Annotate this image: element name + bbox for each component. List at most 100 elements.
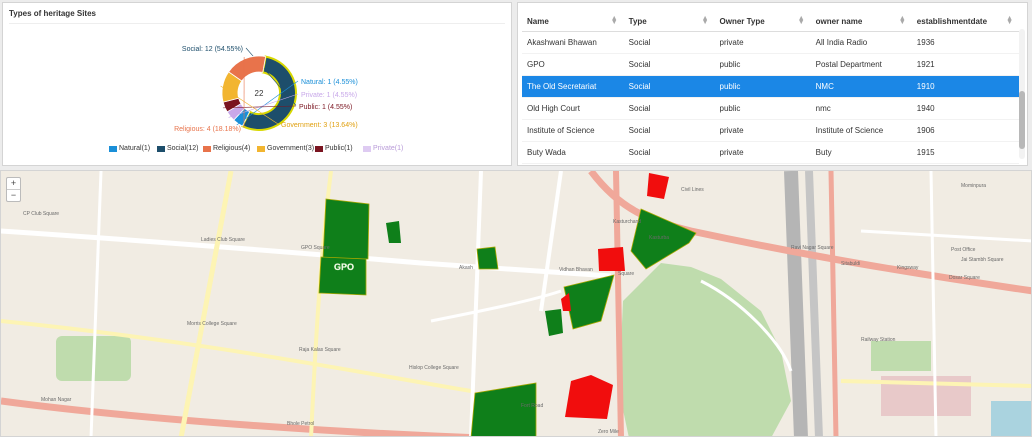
slice-label-natural: Natural: 1 (4.55%)	[301, 79, 358, 86]
zoom-out-button[interactable]: −	[7, 190, 20, 201]
map-place-label: Ladies Club Square	[201, 237, 245, 243]
sort-icon[interactable]: ▲ ▼	[798, 15, 805, 26]
table-cell: public	[714, 53, 811, 76]
table-row[interactable]: The Old Secretariat Social public NMC 1910	[522, 75, 1019, 98]
table-cell: Postal Department	[810, 53, 912, 76]
map-place-label: Mohan Nagar	[41, 397, 72, 403]
table-cell: GPO	[522, 53, 624, 76]
table-cell: public	[714, 75, 811, 98]
table-cell: The Old Secretariat	[522, 75, 624, 98]
sort-icon[interactable]: ▲ ▼	[702, 15, 709, 26]
zoom-in-button[interactable]: +	[7, 178, 20, 190]
table-cell: NMC	[810, 75, 912, 98]
column-header-owner-type[interactable]: Owner Type ▲ ▼	[714, 11, 811, 32]
map-place-label: Morris College Square	[187, 321, 237, 327]
map-place-label: Ravi Nagar Square	[791, 245, 834, 251]
heritage-site-polygon[interactable]	[322, 198, 370, 260]
sort-icon[interactable]: ▲ ▼	[611, 15, 618, 26]
table-cell: 1915	[911, 141, 1019, 164]
column-header-label: Owner Type	[719, 16, 765, 26]
table-row[interactable]: Old High Court Social public nmc 1940	[522, 97, 1019, 120]
column-header-label: owner name	[815, 16, 863, 26]
heritage-table-panel: Name ▲ ▼ Type ▲ ▼ Owner Type ▲ ▼ owner name ▲ ▼ esta…	[517, 2, 1028, 166]
map-place-label: Fort Road	[521, 403, 543, 409]
column-header-label: establishmentdate	[916, 16, 988, 26]
heritage-sites-table: Name ▲ ▼ Type ▲ ▼ Owner Type ▲ ▼ owner name ▲ ▼ esta…	[522, 11, 1019, 164]
table-cell: 1906	[911, 119, 1019, 142]
city-map[interactable]: CP Club Square Ladies Club Square GPO Squa…	[1, 171, 1032, 437]
legend-label: Natural(1)	[119, 145, 151, 152]
water-area	[991, 401, 1031, 436]
table-cell: Institute of Science	[810, 119, 912, 142]
legend-item-natural[interactable]: Natural(1)	[109, 145, 150, 152]
table-cell: nmc	[810, 97, 912, 120]
table-cell: private	[714, 119, 811, 142]
map-place-label: Kasturba	[649, 235, 669, 241]
table-row[interactable]: GPO Social public Postal Department 1921	[522, 53, 1019, 76]
legend-swatch	[157, 145, 165, 152]
table-cell: Social	[623, 31, 715, 54]
chart-title: Types of heritage Sites	[9, 9, 96, 18]
map-zoom-control: + −	[6, 177, 21, 202]
map-place-label: GPO Square	[301, 245, 330, 251]
map-place-label: Civil Lines	[681, 187, 704, 193]
sort-icon[interactable]: ▲ ▼	[899, 15, 906, 26]
table-cell: public	[714, 97, 811, 120]
scrollbar-thumb[interactable]	[1019, 91, 1025, 149]
table-cell: Social	[623, 53, 715, 76]
table-cell: Social	[623, 97, 715, 120]
column-header-label: Name	[527, 16, 549, 26]
legend-item-private[interactable]: Private(1)	[363, 145, 403, 152]
map-place-label: Akash	[459, 265, 473, 271]
legend-item-social[interactable]: Social(12)	[157, 145, 199, 152]
table-cell: All India Radio	[810, 31, 912, 54]
slice-label-social: Social: 12 (54.55%)	[182, 46, 243, 53]
heritage-site-red[interactable]	[598, 247, 625, 271]
column-header-establishmentdate[interactable]: establishmentdate ▲ ▼	[911, 11, 1019, 32]
map-panel[interactable]: CP Club Square Ladies Club Square GPO Squa…	[0, 170, 1032, 437]
map-place-label: Kasturchand	[613, 219, 641, 225]
legend-item-government[interactable]: Government(3)	[257, 145, 314, 152]
legend-swatch	[315, 145, 323, 152]
table-cell: Old High Court	[522, 97, 624, 120]
map-place-label: Zero Mile	[598, 429, 619, 435]
table-row[interactable]: Akashwani Bhawan Social private All India R…	[522, 31, 1019, 54]
table-cell: Institute of Science	[522, 119, 624, 142]
donut-center-total: 22	[255, 89, 264, 98]
legend-label: Public(1)	[325, 145, 353, 152]
map-place-label: Kingsway	[897, 265, 919, 271]
park-area-east	[871, 341, 931, 371]
legend-item-public[interactable]: Public(1)	[315, 145, 353, 152]
map-place-label: Vidhan Bhavan	[559, 267, 593, 273]
column-header-type[interactable]: Type ▲ ▼	[623, 11, 715, 32]
map-place-label: Raja Kalas Square	[299, 347, 341, 353]
table-cell: 1910	[911, 75, 1019, 98]
column-header-owner-name[interactable]: owner name ▲ ▼	[810, 11, 912, 32]
map-place-label: CP Club Square	[23, 211, 59, 217]
legend-label: Religious(4)	[213, 145, 251, 152]
legend-swatch	[257, 145, 265, 152]
heritage-site-akashwani[interactable]	[476, 246, 499, 270]
map-place-label: Square	[618, 271, 634, 277]
table-cell: Akashwani Bhawan	[522, 31, 624, 54]
table-cell: 1940	[911, 97, 1019, 120]
legend-item-religious[interactable]: Religious(4)	[203, 145, 250, 152]
sort-icon[interactable]: ▲ ▼	[1006, 15, 1013, 26]
column-header-name[interactable]: Name ▲ ▼	[522, 11, 624, 32]
table-scrollbar[interactable]	[1019, 29, 1025, 159]
table-cell: Buty	[810, 141, 912, 164]
table-cell: Social	[623, 119, 715, 142]
legend-swatch	[109, 145, 117, 152]
legend-swatch	[363, 145, 371, 152]
table-cell: Buty Wada	[522, 141, 624, 164]
table-cell: 1921	[911, 53, 1019, 76]
legend-label: Private(1)	[373, 145, 404, 152]
slice-label-government: Government: 3 (13.64%)	[281, 122, 358, 129]
heritage-type-chart-panel: Types of heritage Sites Social: 12 (54.5…	[2, 2, 512, 166]
map-place-label: Hislop College Square	[409, 365, 459, 371]
table-row[interactable]: Institute of Science Social private Institu…	[522, 119, 1019, 142]
map-place-label: Jai Stambh Square	[961, 257, 1004, 263]
table-cell: Social	[623, 141, 715, 164]
table-cell: private	[714, 141, 811, 164]
table-row[interactable]: Buty Wada Social private Buty 1915	[522, 141, 1019, 164]
